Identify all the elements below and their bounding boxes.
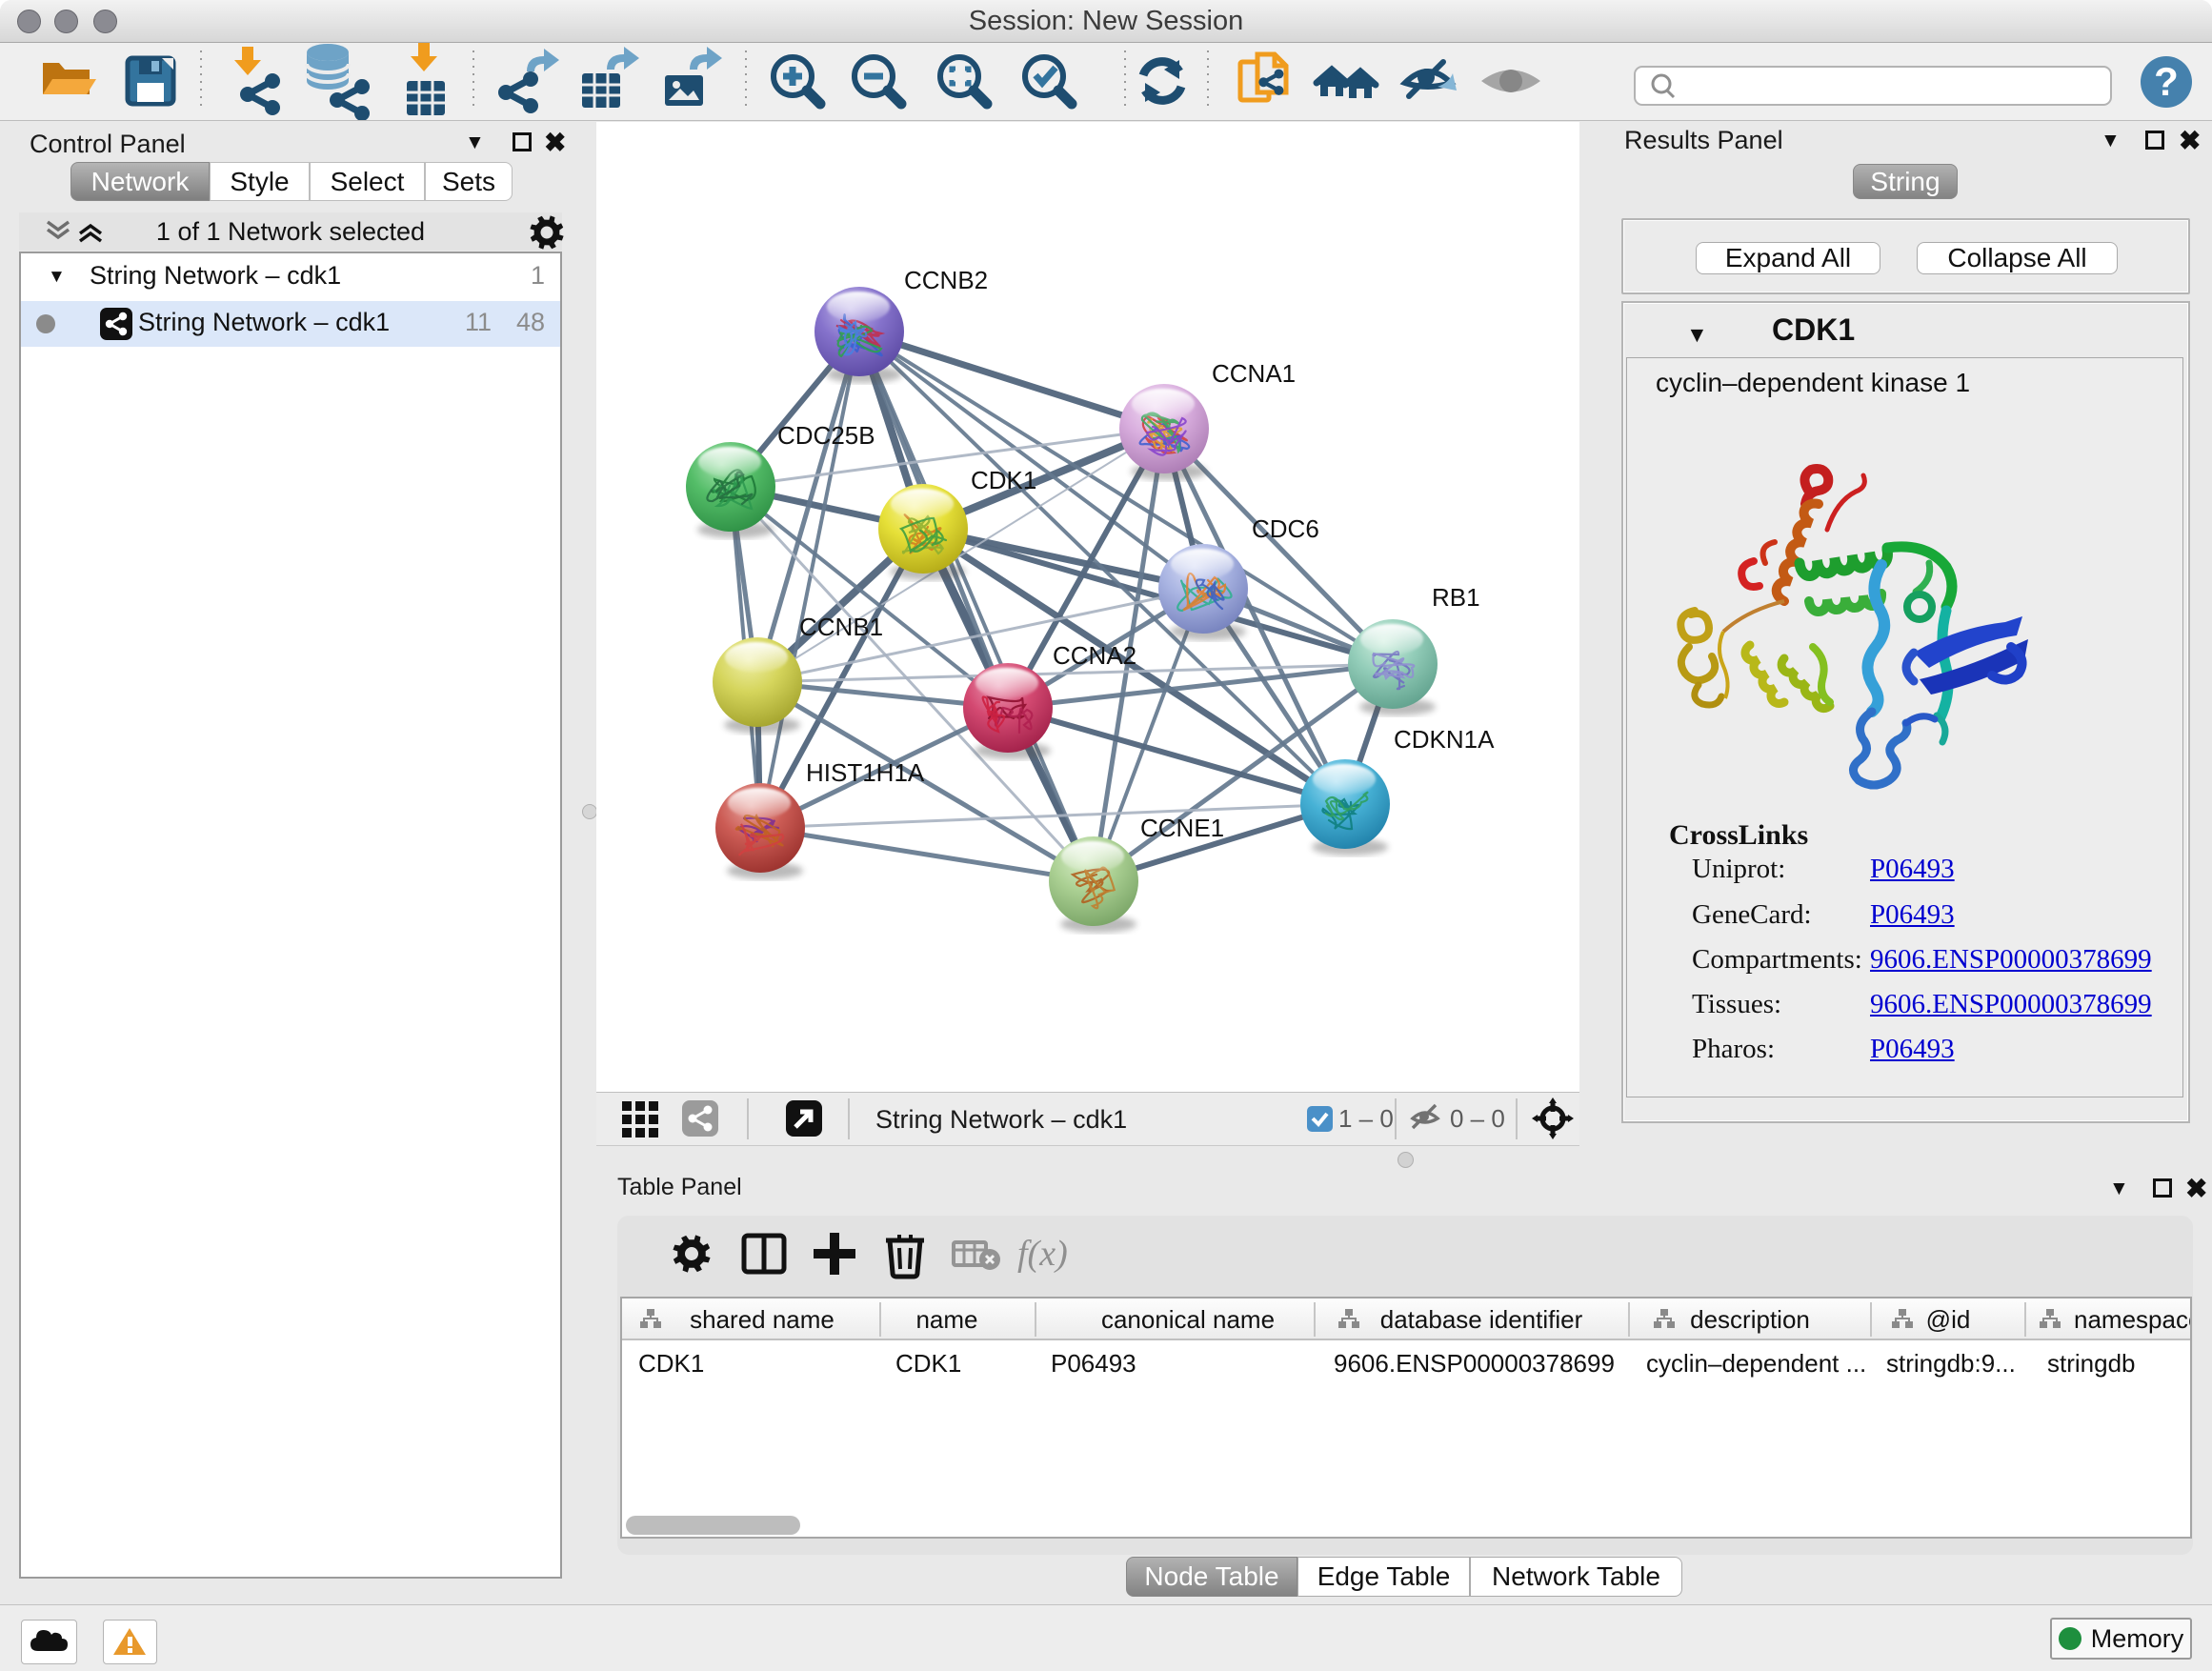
svg-text:CDC6: CDC6 [1252,514,1319,543]
svg-text:String Network – cdk1: String Network – cdk1 [875,1105,1127,1134]
svg-text:@id: @id [1926,1305,1971,1334]
svg-text:CDC25B: CDC25B [777,421,875,450]
svg-text:RB1: RB1 [1432,583,1480,612]
svg-text:1 – 0: 1 – 0 [1338,1104,1394,1133]
svg-text:HIST1H1A: HIST1H1A [806,758,925,787]
svg-text:CCNE1: CCNE1 [1140,814,1224,842]
svg-text:0 – 0: 0 – 0 [1450,1104,1505,1133]
svg-text:CCNB1: CCNB1 [799,613,883,641]
svg-text:CDKN1A: CDKN1A [1394,725,1495,754]
svg-text:shared name: shared name [690,1305,835,1334]
svg-text:description: description [1690,1305,1810,1334]
svg-text:database identifier: database identifier [1380,1305,1583,1334]
svg-text:name: name [915,1305,977,1334]
svg-text:CDK1: CDK1 [971,466,1036,494]
svg-text:canonical name: canonical name [1101,1305,1275,1334]
svg-text:namespace: namespace [2074,1305,2190,1334]
svg-text:CCNA1: CCNA1 [1212,359,1296,388]
svg-text:CCNB2: CCNB2 [904,266,988,294]
svg-text:CCNA2: CCNA2 [1053,641,1136,670]
svg-text:f(x): f(x) [1017,1234,1068,1274]
svg-text:?: ? [2154,59,2179,104]
